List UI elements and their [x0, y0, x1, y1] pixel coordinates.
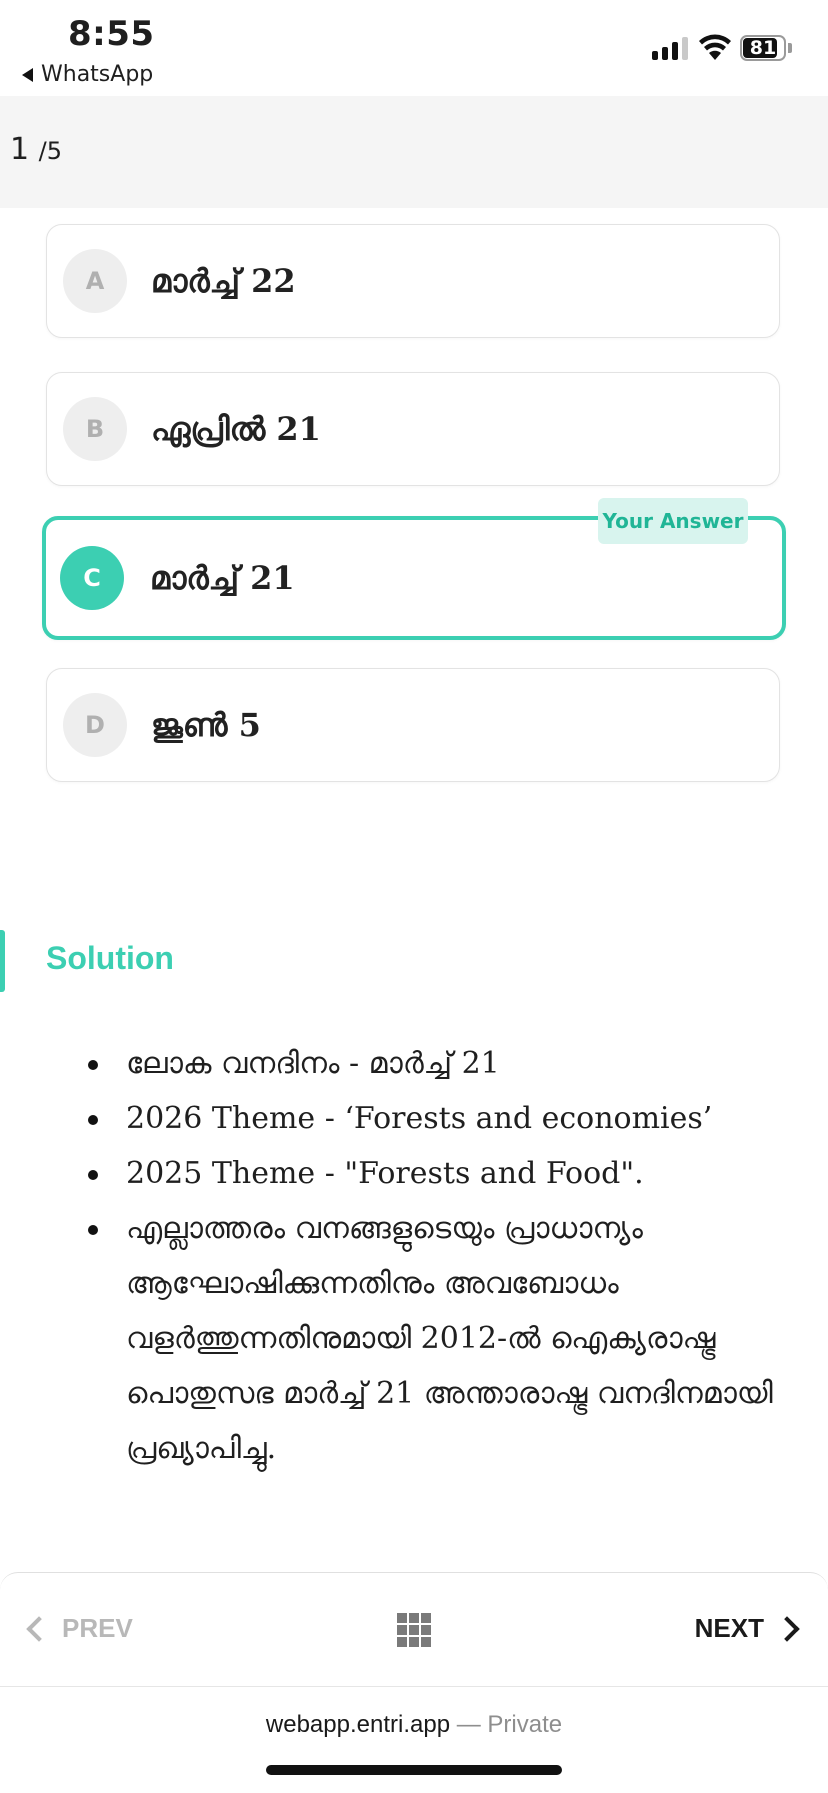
solution-accent-bar	[0, 930, 5, 992]
back-to-whatsapp-link[interactable]: WhatsApp	[22, 62, 153, 87]
question-current: 1	[10, 132, 30, 167]
option-text: ഏപ്രിൽ 21	[151, 409, 321, 448]
battery-icon: 81	[740, 35, 786, 61]
prev-label: PREV	[62, 1613, 133, 1643]
back-arrow-icon	[22, 67, 33, 82]
option-letter: B	[63, 397, 127, 461]
solution-point: 2025 Theme - "Forests and Food".	[86, 1146, 786, 1201]
question-total: /5	[38, 137, 62, 165]
home-indicator[interactable]	[266, 1765, 562, 1775]
solution-point: 2026 Theme - ‘Forests and economies’	[86, 1091, 786, 1146]
solution-list: ലോക വനദിനം - മാർച്ച് 21 2026 Theme - ‘Fo…	[86, 1036, 786, 1476]
browser-address-bar[interactable]: webapp.entri.app — Private	[0, 1686, 828, 1793]
chevron-left-icon	[26, 1615, 52, 1642]
question-grid-icon[interactable]	[397, 1613, 431, 1647]
battery-level: 81	[749, 37, 777, 59]
back-app-label: WhatsApp	[41, 62, 154, 87]
status-time: 8:55	[68, 14, 155, 54]
next-label: NEXT	[694, 1613, 764, 1643]
prev-button[interactable]: PREV	[24, 1613, 133, 1644]
option-letter: D	[63, 693, 127, 757]
chevron-right-icon	[774, 1615, 800, 1642]
option-letter: C	[60, 546, 124, 610]
option-letter: A	[63, 249, 127, 313]
your-answer-badge: Your Answer	[598, 498, 748, 544]
solution-point: എല്ലാത്തരം വനങ്ങളുടെയും പ്രാധാന്യം ആഘോഷി…	[86, 1201, 786, 1476]
question-header: 1 /5	[0, 96, 828, 208]
status-bar: 8:55 WhatsApp 81	[0, 0, 828, 96]
url-domain: webapp.entri.app	[265, 1711, 451, 1738]
next-button[interactable]: NEXT	[695, 1613, 802, 1644]
question-navigation: PREV NEXT	[0, 1572, 828, 1686]
option-text: ജൂൺ 5	[151, 705, 261, 744]
solution-point: ലോക വനദിനം - മാർച്ച് 21	[86, 1036, 786, 1091]
wifi-icon	[699, 34, 731, 60]
private-label: — Private	[450, 1711, 563, 1738]
option-text: മാർച്ച് 21	[150, 558, 295, 597]
option-a[interactable]: A മാർച്ച് 22	[46, 224, 780, 338]
option-b[interactable]: B ഏപ്രിൽ 21	[46, 372, 780, 486]
cellular-signal-icon	[652, 36, 688, 60]
option-text: മാർച്ച് 22	[151, 261, 296, 300]
option-d[interactable]: D ജൂൺ 5	[46, 668, 780, 782]
solution-title: Solution	[46, 940, 174, 976]
url-display: webapp.entri.app — Private	[0, 1711, 828, 1739]
battery-cap	[788, 43, 792, 53]
question-counter: 1 /5	[10, 132, 62, 167]
